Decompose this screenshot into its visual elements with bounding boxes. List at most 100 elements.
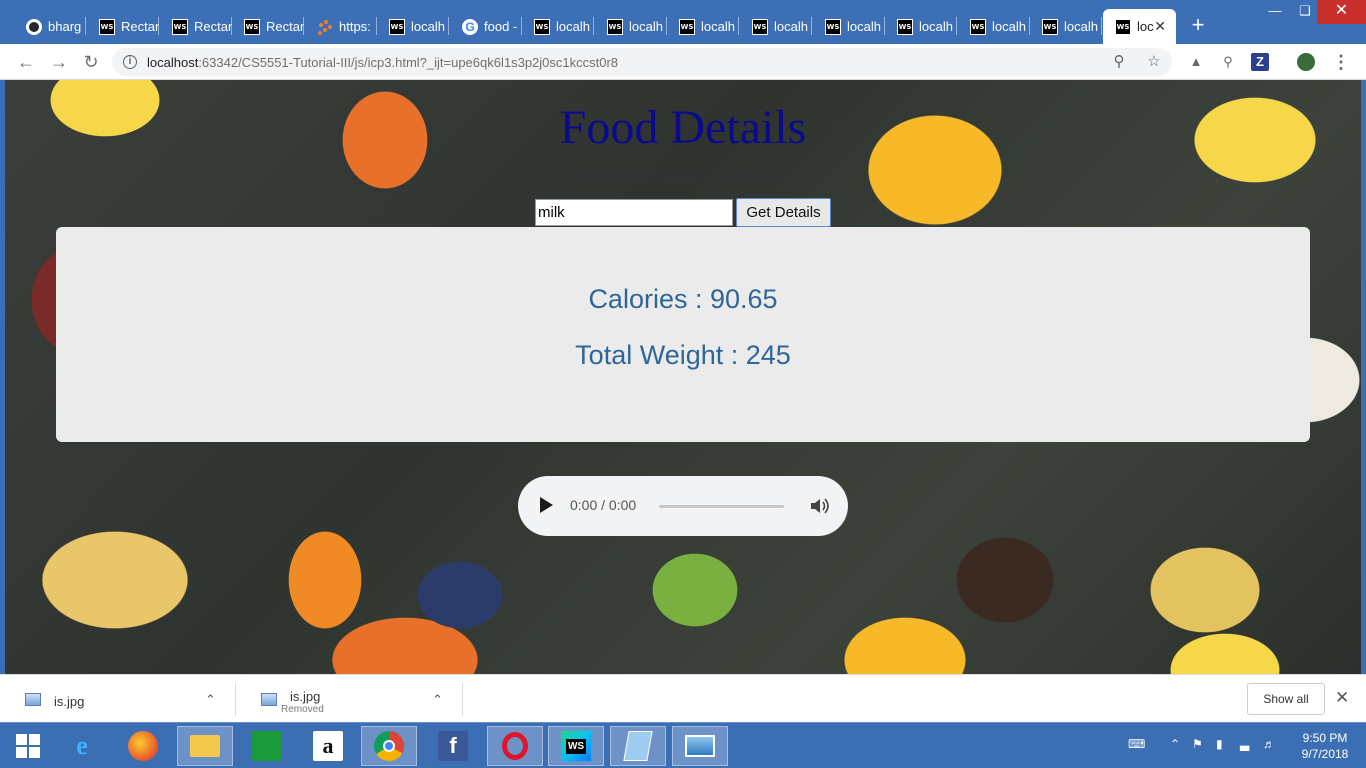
browser-tab[interactable]: bharg	[14, 9, 86, 44]
start-button[interactable]	[0, 726, 56, 766]
food-item-input[interactable]	[535, 199, 733, 226]
clock-date: 9/7/2018	[1301, 747, 1349, 761]
tab-separator	[811, 17, 812, 35]
tab-title: https:	[339, 19, 371, 34]
tab-title: food -	[484, 19, 518, 34]
profile-avatar-icon[interactable]	[1297, 53, 1315, 71]
webstorm-icon: WS	[897, 18, 913, 35]
food-prompt-label: Enter the food item for details	[585, 169, 781, 186]
browser-tab[interactable]: WS localh	[667, 9, 739, 44]
stackoverflow-icon	[317, 19, 333, 35]
browser-tab[interactable]: WS localh	[522, 9, 594, 44]
facebook-icon[interactable]: f	[425, 726, 481, 766]
browser-tab[interactable]: WS Rectar	[160, 9, 232, 44]
tab-title: Rectar	[266, 19, 304, 34]
amazon-icon[interactable]: a	[300, 726, 356, 766]
close-download-bar-icon[interactable]: ✕	[1335, 688, 1349, 708]
file-explorer-icon[interactable]	[177, 726, 233, 766]
webstorm-icon: WS	[534, 18, 550, 35]
z-extension-icon[interactable]: Z	[1251, 53, 1269, 71]
clock-time: 9:50 PM	[1302, 731, 1348, 745]
close-tab-icon[interactable]: ✕	[1154, 18, 1166, 35]
keyboard-icon[interactable]: ⌨	[1128, 737, 1145, 751]
browser-tab[interactable]: WS localh	[595, 9, 667, 44]
search-extension-icon[interactable]: ⚲	[1219, 53, 1237, 71]
webstorm-icon: WS	[99, 18, 115, 35]
firefox-icon[interactable]	[115, 726, 171, 766]
download-status: Removed	[281, 704, 324, 715]
webstorm-icon: WS	[1115, 18, 1131, 35]
browser-menu-icon[interactable]: ⋮	[1332, 52, 1350, 72]
address-bar[interactable]: i localhost:63342/CS5551-Tutorial-III/js…	[112, 48, 1172, 76]
webstorm-icon[interactable]: WS	[548, 726, 604, 766]
tab-title: localh	[1064, 19, 1098, 34]
back-button[interactable]: ←	[16, 52, 36, 72]
image-file-icon	[261, 693, 277, 706]
tab-title: Rectar	[194, 19, 232, 34]
browser-toolbar: ← → ↻ i localhost:63342/CS5551-Tutorial-…	[0, 44, 1366, 80]
photos-icon[interactable]	[672, 726, 728, 766]
audio-progress-slider[interactable]	[659, 505, 784, 508]
browser-tab[interactable]: WS localh	[958, 9, 1030, 44]
download-options-chevron-icon[interactable]: ⌃	[205, 692, 216, 708]
tab-separator	[158, 17, 159, 35]
volume-icon[interactable]	[808, 495, 830, 517]
opera-icon[interactable]	[487, 726, 543, 766]
page-heading: Food Details	[559, 101, 807, 154]
notepad-icon[interactable]	[610, 726, 666, 766]
url-host: localhost	[147, 55, 199, 70]
new-tab-button[interactable]: +	[1187, 14, 1209, 36]
download-item[interactable]: is.jpg ⌃	[0, 675, 235, 723]
url-path: :63342/CS5551-Tutorial-III/js/icp3.html?…	[198, 55, 619, 70]
webstorm-icon: WS	[389, 18, 405, 35]
tab-strip: bharg WS Rectar WS Rectar WS Rectar https: WS loc…	[0, 0, 1366, 44]
download-name: is.jpg	[290, 689, 321, 704]
browser-tab[interactable]: WS Rectar	[87, 9, 159, 44]
speaker-icon[interactable]: ♬	[1263, 737, 1275, 751]
webstorm-icon: WS	[825, 18, 841, 35]
image-file-icon	[25, 693, 41, 706]
download-item[interactable]: is.jpg Removed ⌃	[236, 675, 462, 723]
drive-extension-icon[interactable]: ▲	[1187, 53, 1205, 71]
store-icon[interactable]	[238, 726, 294, 766]
tab-title: localh	[556, 19, 590, 34]
github-icon	[26, 18, 42, 35]
bookmark-star-icon[interactable]: ☆	[1145, 53, 1163, 71]
download-name: is.jpg	[54, 694, 85, 709]
play-icon[interactable]	[540, 497, 553, 513]
reload-button[interactable]: ↻	[81, 52, 101, 72]
restore-button[interactable]: ❑	[1290, 0, 1320, 24]
tab-title: localh	[847, 19, 881, 34]
total-weight-result: Total Weight : 245	[575, 340, 791, 370]
browser-tab[interactable]: WS localh	[1030, 9, 1102, 44]
internet-explorer-icon[interactable]: e	[54, 726, 110, 766]
minimize-button[interactable]: —	[1260, 0, 1290, 24]
taskbar-clock[interactable]: 9:50 PM 9/7/2018	[1290, 730, 1360, 762]
calories-result: Calories : 90.65	[588, 284, 778, 314]
download-options-chevron-icon[interactable]: ⌃	[432, 692, 443, 708]
webstorm-icon: WS	[752, 18, 768, 35]
forward-button[interactable]: →	[49, 52, 69, 72]
browser-tab[interactable]: Gfood -	[450, 9, 522, 44]
get-details-button[interactable]: Get Details	[736, 198, 831, 227]
browser-tab[interactable]: WS localh	[377, 9, 449, 44]
browser-tab[interactable]: WS localh	[885, 9, 957, 44]
window-close-button[interactable]: ✕	[1317, 0, 1366, 24]
site-info-icon[interactable]: i	[123, 55, 137, 69]
zoom-icon[interactable]: ⚲	[1110, 53, 1128, 71]
tab-separator	[1101, 17, 1102, 35]
show-hidden-icons-chevron-icon[interactable]: ⌃	[1170, 737, 1180, 751]
browser-tab[interactable]: WS localh	[740, 9, 812, 44]
browser-tab[interactable]: WS loc ✕	[1103, 9, 1176, 44]
url-text[interactable]: localhost:63342/CS5551-Tutorial-III/js/i…	[147, 55, 618, 70]
audio-time: 0:00 / 0:00	[570, 497, 637, 513]
tab-separator	[85, 17, 86, 35]
network-alert-icon[interactable]: ⚑	[1192, 737, 1203, 751]
show-all-downloads-button[interactable]: Show all	[1247, 683, 1325, 715]
browser-tab[interactable]: WS Rectar	[232, 9, 304, 44]
browser-tab[interactable]: https:	[305, 9, 377, 44]
browser-tab[interactable]: WS localh	[813, 9, 885, 44]
battery-icon[interactable]: ▮	[1216, 737, 1223, 751]
chrome-icon[interactable]	[361, 726, 417, 766]
wifi-signal-icon[interactable]: ▃	[1240, 737, 1249, 751]
